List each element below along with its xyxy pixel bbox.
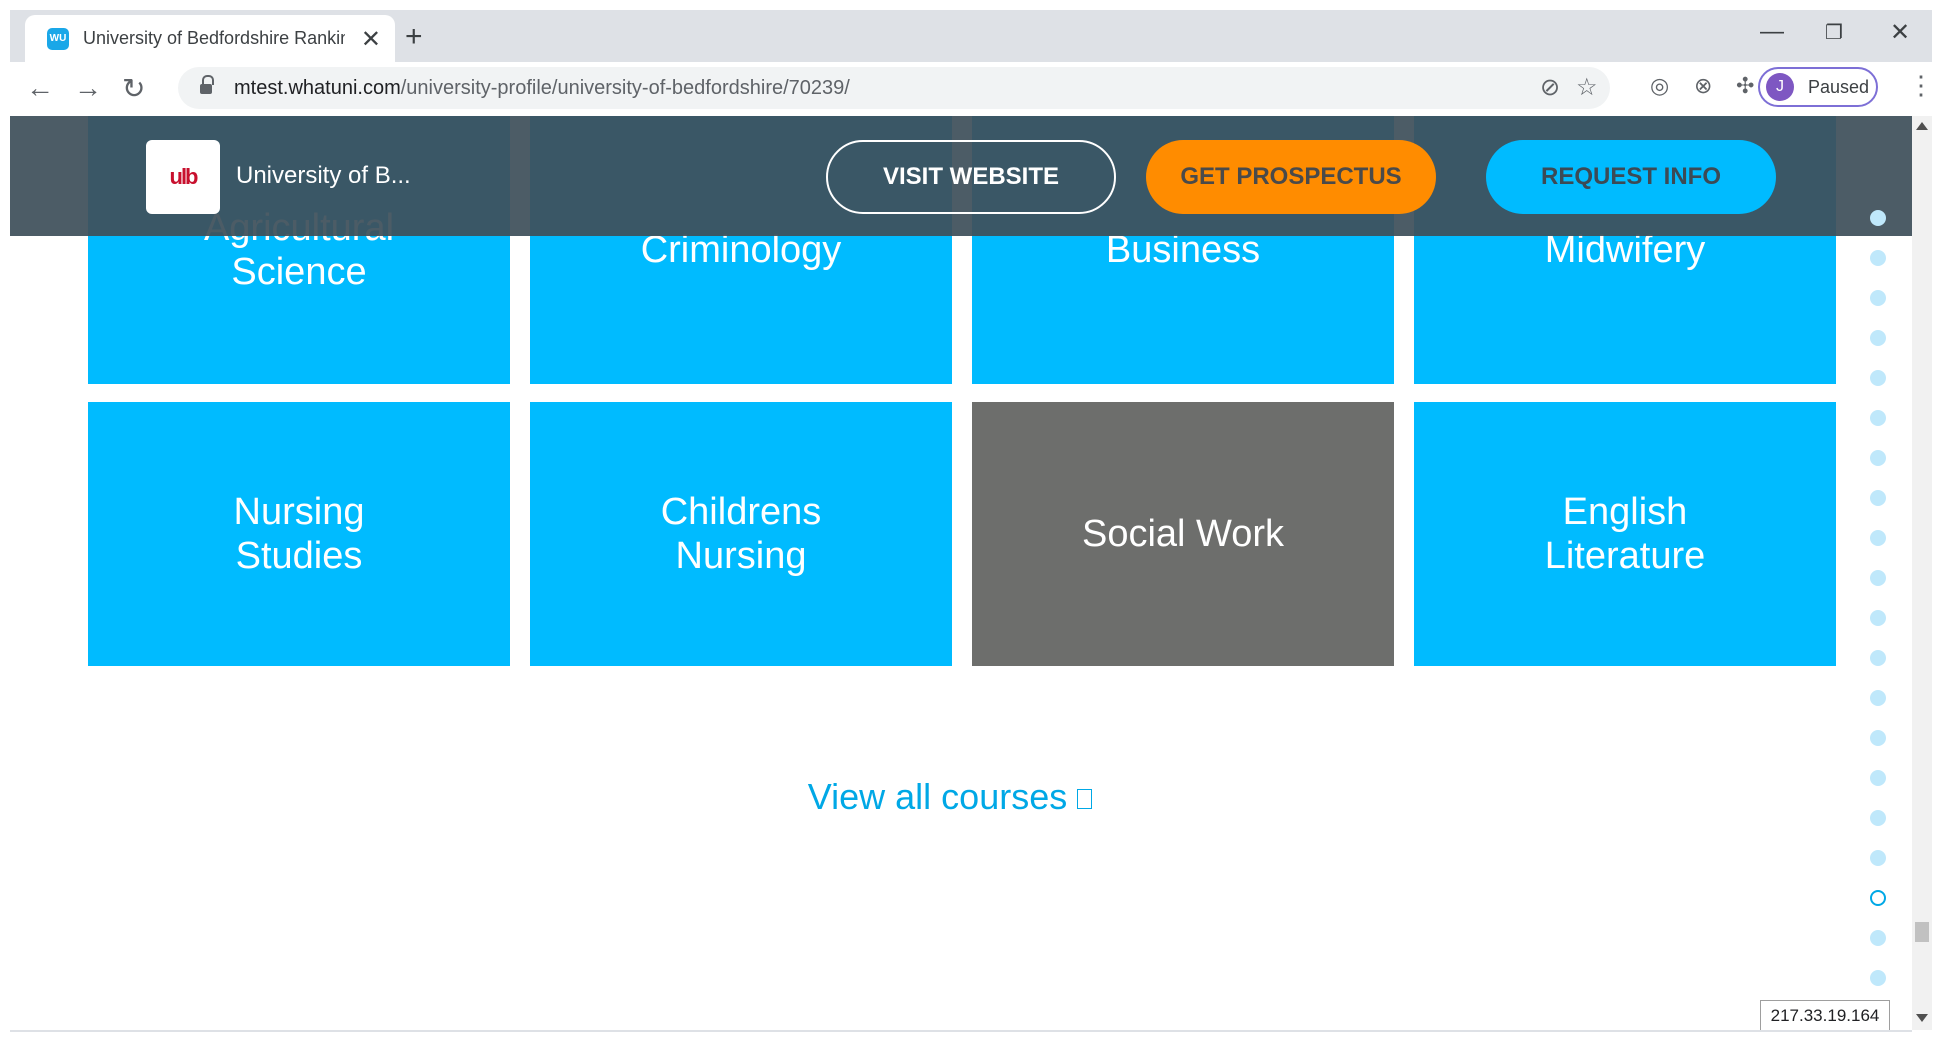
whatuni-favicon-icon: WU: [47, 27, 69, 50]
section-dot[interactable]: [1870, 610, 1886, 626]
ip-address-badge: 217.33.19.164: [1760, 1000, 1890, 1032]
course-tile-label: Nursing Studies: [233, 491, 365, 577]
browser-chrome: WU University of Bedfordshire Rankin ✕ +…: [10, 10, 1934, 116]
view-all-courses-label: View all courses: [807, 776, 1068, 817]
extension-icon[interactable]: ◎: [1650, 73, 1669, 99]
section-dot-active[interactable]: [1870, 890, 1886, 906]
section-dot[interactable]: [1870, 210, 1886, 226]
section-dot[interactable]: [1870, 650, 1886, 666]
section-dot[interactable]: [1870, 330, 1886, 346]
course-tile-label: English Literature: [1544, 491, 1706, 577]
url-path: /university-profile/university-of-bedfor…: [400, 76, 850, 99]
external-link-icon: [1077, 789, 1093, 810]
get-prospectus-button[interactable]: GET PROSPECTUS: [1146, 140, 1436, 214]
course-tile-childrens-nursing[interactable]: Childrens Nursing: [530, 402, 952, 666]
university-logo-mark: ulb: [169, 164, 199, 189]
scroll-thumb[interactable]: [1915, 922, 1929, 942]
tab-title: University of Bedfordshire Rankin: [83, 28, 345, 48]
section-dot[interactable]: [1870, 450, 1886, 466]
request-info-button[interactable]: REQUEST INFO: [1486, 140, 1776, 214]
minimize-icon[interactable]: —: [1760, 18, 1784, 46]
section-dot[interactable]: [1870, 530, 1886, 546]
section-dot[interactable]: [1870, 290, 1886, 306]
university-name: University of B...: [236, 162, 411, 189]
scroll-up-arrow-icon[interactable]: [1916, 122, 1928, 130]
university-logo[interactable]: ulb: [146, 140, 220, 214]
forward-arrow-icon[interactable]: →: [74, 72, 102, 104]
section-dot[interactable]: [1870, 490, 1886, 506]
profile-button[interactable]: J Paused: [1758, 67, 1878, 107]
close-icon[interactable]: ✕: [361, 25, 381, 54]
puzzle-icon[interactable]: ✣: [1736, 73, 1754, 99]
section-dot[interactable]: [1870, 250, 1886, 266]
page-scrollbar[interactable]: [1912, 116, 1932, 1030]
window-bottom-border: [10, 1030, 1912, 1032]
course-tile-english-literature[interactable]: English Literature: [1414, 402, 1836, 666]
section-dot[interactable]: [1870, 770, 1886, 786]
sticky-university-header: ulb University of B... VISIT WEBSITE GET…: [10, 116, 1912, 236]
visit-website-button[interactable]: VISIT WEBSITE: [826, 140, 1116, 214]
course-tile-label: Social Work: [1081, 513, 1285, 555]
reload-icon[interactable]: ↻: [122, 72, 145, 105]
course-tile-social-work[interactable]: Social Work: [972, 402, 1394, 666]
menu-icon[interactable]: ⋮: [1908, 70, 1934, 101]
section-dot[interactable]: [1870, 850, 1886, 866]
avatar: J: [1766, 73, 1794, 101]
browser-toolbar: ← → ↻ mtest.whatuni.com/university-profi…: [10, 62, 1934, 116]
lock-icon[interactable]: [200, 75, 214, 95]
section-dot[interactable]: [1870, 570, 1886, 586]
window-close-icon[interactable]: ✕: [1890, 18, 1910, 47]
view-all-courses-link[interactable]: View all courses: [10, 776, 1890, 818]
section-dot[interactable]: [1870, 690, 1886, 706]
section-dot[interactable]: [1870, 810, 1886, 826]
url-text[interactable]: mtest.whatuni.com/university-profile/uni…: [234, 77, 850, 100]
restore-icon[interactable]: ❐: [1825, 20, 1843, 45]
new-tab-icon[interactable]: +: [405, 20, 423, 54]
section-dot-nav: [1870, 210, 1894, 1010]
page-content: Agricultural Science Criminology Busines…: [10, 116, 1912, 1030]
course-tile-label: Childrens Nursing: [660, 491, 822, 577]
section-dot[interactable]: [1870, 370, 1886, 386]
star-icon[interactable]: ☆: [1576, 73, 1598, 102]
browser-tab[interactable]: WU University of Bedfordshire Rankin ✕: [25, 15, 395, 62]
back-arrow-icon[interactable]: ←: [26, 72, 54, 104]
extension-icon-2[interactable]: ⊗: [1694, 73, 1712, 99]
course-tile-nursing-studies[interactable]: Nursing Studies: [88, 402, 510, 666]
blocked-tracker-icon[interactable]: ⊘: [1540, 73, 1560, 102]
url-host: mtest.whatuni.com: [234, 76, 401, 99]
profile-status: Paused: [1808, 76, 1870, 97]
address-bar[interactable]: mtest.whatuni.com/university-profile/uni…: [178, 67, 1610, 109]
section-dot[interactable]: [1870, 930, 1886, 946]
scroll-down-arrow-icon[interactable]: [1916, 1014, 1928, 1022]
section-dot[interactable]: [1870, 970, 1886, 986]
section-dot[interactable]: [1870, 410, 1886, 426]
tab-strip: WU University of Bedfordshire Rankin ✕ +…: [10, 10, 1932, 62]
section-dot[interactable]: [1870, 730, 1886, 746]
